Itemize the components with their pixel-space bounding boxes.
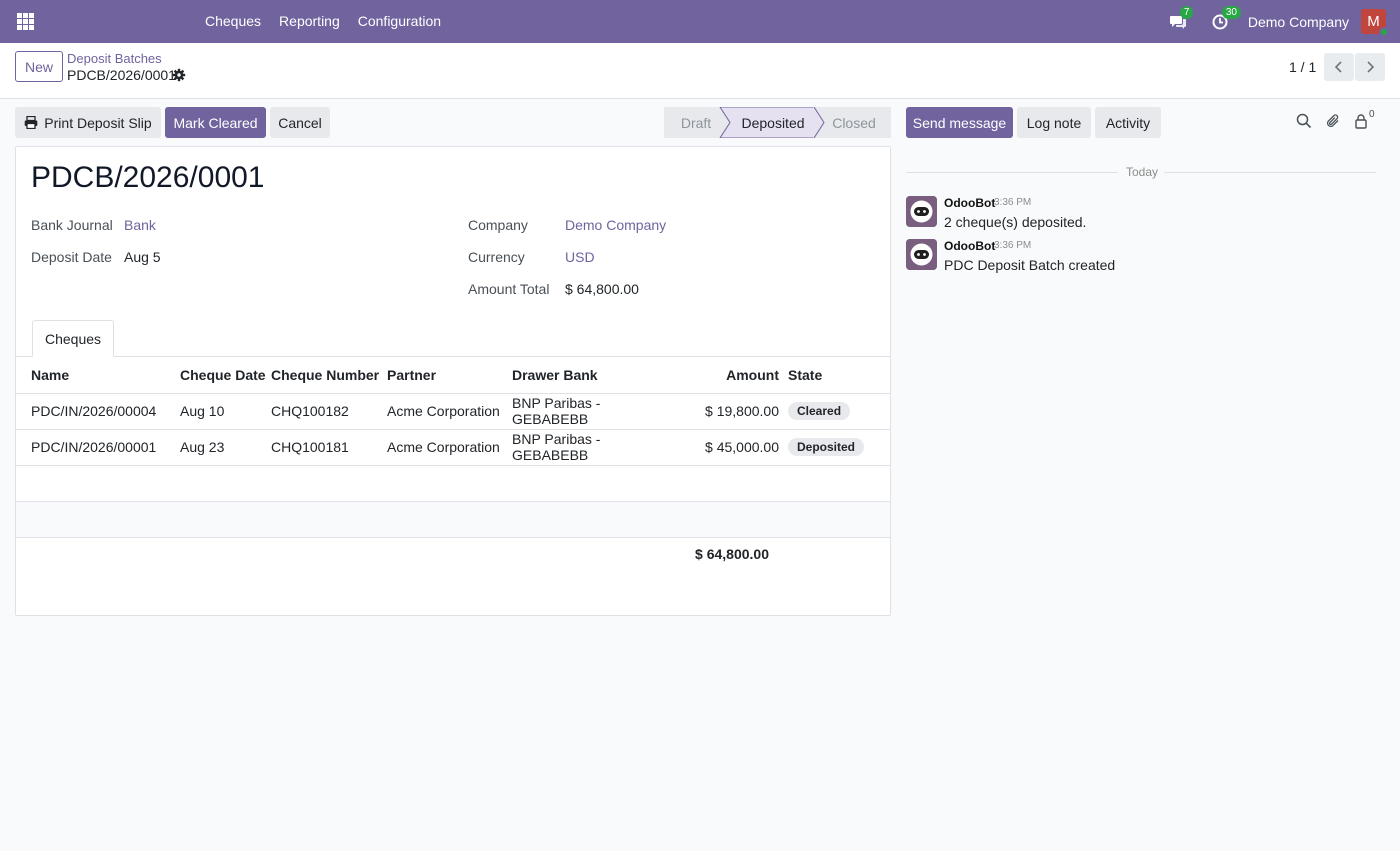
paperclip-icon[interactable] <box>1325 113 1343 131</box>
messages-badge: 7 <box>1179 5 1194 19</box>
company-field[interactable]: Demo Company <box>565 217 666 233</box>
top-navbar: Cheques Reporting Configuration 7 30 Dem… <box>0 0 1400 43</box>
stage-deposited[interactable]: Deposited <box>730 107 816 138</box>
log-note-button[interactable]: Log note <box>1017 107 1091 138</box>
mark-cleared-button[interactable]: Mark Cleared <box>165 107 266 138</box>
chevron-left-icon <box>1334 61 1342 73</box>
amount-total-field: $ 64,800.00 <box>565 281 639 297</box>
cell-cheque-number: CHQ100182 <box>271 393 387 430</box>
cell-drawer-bank: BNP Paribas - GEBABEBB <box>512 393 672 430</box>
activity-button[interactable]: Activity <box>1095 107 1161 138</box>
notebook-tabs: Cheques <box>16 320 890 357</box>
chevron-right-icon <box>1367 61 1375 73</box>
message-author[interactable]: OdooBot <box>944 239 995 253</box>
table-header-row: Name Cheque Date Cheque Number Partner D… <box>16 357 890 394</box>
tab-cheques[interactable]: Cheques <box>32 320 114 357</box>
table-row[interactable]: PDC/IN/2026/00001 Aug 23 CHQ100181 Acme … <box>16 429 890 466</box>
breadcrumb-deposit-batches[interactable]: Deposit Batches <box>67 51 162 66</box>
printer-icon <box>24 116 38 129</box>
cell-cheque-number: CHQ100181 <box>271 429 387 466</box>
form-sheet: PDCB/2026/0001 Bank Journal Bank Deposit… <box>15 146 891 616</box>
empty-row <box>16 501 890 538</box>
menu-configuration[interactable]: Configuration <box>349 0 450 43</box>
odoobot-avatar[interactable] <box>906 239 937 270</box>
send-message-button[interactable]: Send message <box>906 107 1013 138</box>
breadcrumb-current-record: PDCB/2026/0001 <box>67 67 176 83</box>
pager-next-button[interactable] <box>1355 53 1385 81</box>
user-initial: M <box>1367 13 1380 30</box>
currency-label: Currency <box>468 249 525 265</box>
cell-amount: $ 45,000.00 <box>672 429 788 466</box>
date-separator-label: Today <box>1126 165 1159 179</box>
chatter-message: OdooBot 3:36 PM PDC Deposit Batch create… <box>906 239 1386 279</box>
stage-closed[interactable]: Closed <box>824 107 884 138</box>
app-grid-icon[interactable] <box>17 13 34 30</box>
column-amount[interactable]: Amount <box>672 357 788 394</box>
followers-button[interactable]: 0 <box>1354 109 1380 131</box>
gear-icon[interactable] <box>172 68 186 82</box>
cell-name: PDC/IN/2026/00001 <box>16 429 180 466</box>
status-badge: Deposited <box>788 438 865 456</box>
column-partner[interactable]: Partner <box>387 357 512 394</box>
message-time: 3:36 PM <box>994 240 1032 251</box>
cell-cheque-date: Aug 10 <box>180 393 271 430</box>
search-icon[interactable] <box>1296 113 1314 131</box>
company-switcher[interactable]: Demo Company <box>1248 14 1349 30</box>
message-time: 3:36 PM <box>994 197 1032 208</box>
menu-reporting[interactable]: Reporting <box>270 0 349 43</box>
menu-cheques[interactable]: Cheques <box>196 0 270 43</box>
deposit-date-field[interactable]: Aug 5 <box>124 249 161 265</box>
new-button[interactable]: New <box>15 51 63 82</box>
cell-partner: Acme Corporation <box>387 393 512 430</box>
deposit-date-label: Deposit Date <box>31 249 112 265</box>
cheques-table: Name Cheque Date Cheque Number Partner D… <box>16 357 890 538</box>
message-body: PDC Deposit Batch created <box>944 257 1116 273</box>
currency-field[interactable]: USD <box>565 249 595 265</box>
print-deposit-slip-button[interactable]: Print Deposit Slip <box>15 107 161 138</box>
message-body: 2 cheque(s) deposited. <box>944 214 1087 230</box>
odoobot-avatar[interactable] <box>906 196 937 227</box>
control-panel: New Deposit Batches PDCB/2026/0001 1 / 1 <box>0 43 1400 99</box>
bank-journal-field[interactable]: Bank <box>124 217 156 233</box>
amount-total-sum: $ 64,800.00 <box>695 546 769 562</box>
message-author[interactable]: OdooBot <box>944 196 995 210</box>
followers-count: 0 <box>1369 109 1375 120</box>
date-separator: Today <box>906 165 1376 181</box>
user-avatar[interactable]: M <box>1361 9 1389 37</box>
table-total-row: $ 64,800.00 <box>16 536 890 572</box>
empty-row <box>16 465 890 502</box>
column-drawer-bank[interactable]: Drawer Bank <box>512 357 672 394</box>
cancel-button[interactable]: Cancel <box>270 107 330 138</box>
online-status-icon <box>1379 27 1389 37</box>
activities-badge: 30 <box>1221 5 1241 19</box>
cell-partner: Acme Corporation <box>387 429 512 466</box>
activity-clock-icon[interactable]: 30 <box>1210 5 1241 32</box>
cell-drawer-bank: BNP Paribas - GEBABEBB <box>512 429 672 466</box>
bank-journal-label: Bank Journal <box>31 217 113 233</box>
table-row[interactable]: PDC/IN/2026/00004 Aug 10 CHQ100182 Acme … <box>16 393 890 430</box>
cell-amount: $ 19,800.00 <box>672 393 788 430</box>
main-menu: Cheques Reporting Configuration <box>196 0 450 43</box>
column-cheque-date[interactable]: Cheque Date <box>180 357 271 394</box>
company-label: Company <box>468 217 528 233</box>
cell-name: PDC/IN/2026/00004 <box>16 393 180 430</box>
column-cheque-number[interactable]: Cheque Number <box>271 357 387 394</box>
pager-value[interactable]: 1 / 1 <box>1289 59 1316 75</box>
chatter-message: OdooBot 3:36 PM 2 cheque(s) deposited. <box>906 196 1386 236</box>
cell-state: Deposited <box>788 429 890 466</box>
amount-total-label: Amount Total <box>468 281 550 297</box>
status-bar: Draft Deposited Closed <box>664 107 891 138</box>
record-title: PDCB/2026/0001 <box>31 161 265 194</box>
stage-draft[interactable]: Draft <box>664 107 728 138</box>
user-lock-icon <box>1355 114 1367 129</box>
column-state[interactable]: State <box>788 357 890 394</box>
cell-cheque-date: Aug 23 <box>180 429 271 466</box>
print-deposit-slip-label: Print Deposit Slip <box>44 114 152 131</box>
status-badge: Cleared <box>788 402 851 420</box>
pager-previous-button[interactable] <box>1324 53 1354 81</box>
messaging-icon[interactable]: 7 <box>1168 5 1194 32</box>
column-name[interactable]: Name <box>16 357 180 394</box>
cell-state: Cleared <box>788 393 890 430</box>
